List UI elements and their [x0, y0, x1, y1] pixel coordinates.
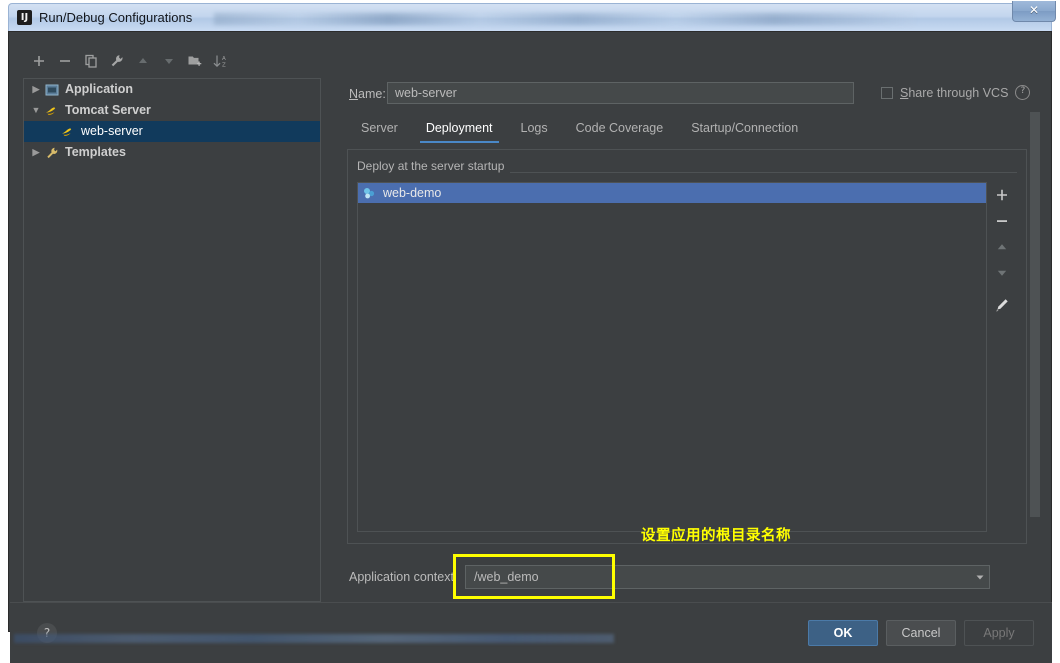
tree-node-label: Templates — [65, 145, 126, 159]
tab-server[interactable]: Server — [347, 118, 412, 143]
tab-deployment[interactable]: Deployment — [412, 118, 507, 143]
svg-text:Z: Z — [222, 63, 226, 69]
tree-node-tomcat-server[interactable]: ▼ Tomcat Server — [24, 100, 320, 121]
chevron-down-icon[interactable] — [970, 565, 990, 589]
close-icon[interactable]: ✕ — [1012, 1, 1056, 22]
sort-az-icon[interactable]: A Z — [213, 53, 229, 69]
tree-node-application[interactable]: ▶ Application — [24, 79, 320, 100]
arrow-up-icon[interactable] — [135, 53, 151, 69]
expand-twisty-icon[interactable]: ▶ — [28, 142, 44, 163]
background-blur-decoration — [214, 13, 914, 25]
configuration-tree[interactable]: ▶ Application ▼ Tomcat Server web-server… — [23, 78, 321, 602]
annotation-highlight-box — [453, 554, 615, 599]
content-scrollbar-thumb[interactable] — [1030, 112, 1040, 517]
configuration-tree-toolbar: A Z — [31, 50, 321, 72]
deployment-artifact-list[interactable]: web-demo — [357, 182, 987, 532]
application-icon — [44, 82, 60, 98]
annotation-text: 设置应用的根目录名称 — [641, 528, 791, 544]
deploy-at-startup-label: Deploy at the server startup — [357, 159, 511, 173]
artifact-icon — [362, 186, 377, 201]
tomcat-icon — [44, 103, 60, 119]
tree-node-templates[interactable]: ▶ Templates — [24, 142, 320, 163]
tree-node-label: Application — [65, 82, 134, 96]
tree-node-web-server[interactable]: web-server — [24, 121, 320, 142]
cancel-button[interactable]: Cancel — [886, 620, 956, 646]
help-icon[interactable]: ? — [1015, 85, 1031, 100]
name-input[interactable] — [387, 82, 854, 104]
configuration-tabs: Server Deployment Logs Code Coverage Sta… — [347, 118, 812, 146]
name-label-suffix: ame: — [358, 87, 386, 101]
run-debug-configurations-window: IJ Run/Debug Configurations ✕ A Z ▶ Appl… — [0, 0, 1060, 663]
collapse-twisty-icon[interactable]: ▼ — [28, 100, 44, 121]
tab-startup-connection[interactable]: Startup/Connection — [677, 118, 812, 143]
list-item[interactable]: web-demo — [358, 183, 986, 203]
move-artifact-up-button[interactable] — [988, 234, 1016, 260]
title-bar: IJ Run/Debug Configurations — [8, 3, 1052, 31]
share-through-vcs-row[interactable]: Share through VCS ? — [881, 85, 1031, 100]
tree-node-label: web-server — [81, 124, 143, 138]
vcs-label-suffix: hare through VCS — [908, 85, 1009, 100]
tomcat-icon — [60, 124, 76, 140]
tab-code-coverage[interactable]: Code Coverage — [562, 118, 678, 143]
wrench-icon — [44, 145, 60, 161]
share-through-vcs-label: Share through VCS — [900, 86, 1008, 100]
svg-text:A: A — [222, 56, 226, 62]
edit-artifact-button[interactable] — [988, 292, 1016, 318]
expand-twisty-icon[interactable]: ▶ — [28, 79, 44, 100]
window-title: Run/Debug Configurations — [39, 10, 193, 25]
share-through-vcs-checkbox[interactable] — [881, 86, 893, 99]
folder-add-icon[interactable] — [187, 53, 203, 69]
name-label: Name: — [349, 87, 386, 101]
application-context-label: Application context — [349, 570, 454, 584]
tab-logs[interactable]: Logs — [507, 118, 562, 143]
tree-node-label: Tomcat Server — [65, 103, 151, 117]
move-artifact-down-button[interactable] — [988, 260, 1016, 286]
name-mnemonic: N — [349, 87, 359, 101]
artifact-list-actions — [987, 182, 1017, 532]
minus-icon[interactable] — [57, 53, 73, 69]
list-item-label: web-demo — [383, 186, 442, 200]
dialog-footer: ? OK Cancel Apply — [10, 602, 1052, 663]
apply-button: Apply — [964, 620, 1034, 646]
background-window-decoration — [14, 634, 614, 643]
plus-icon[interactable] — [31, 53, 47, 69]
add-artifact-button[interactable] — [988, 182, 1016, 208]
copy-icon[interactable] — [83, 53, 99, 69]
remove-artifact-button[interactable] — [988, 208, 1016, 234]
intellij-idea-icon: IJ — [17, 10, 32, 25]
ok-button[interactable]: OK — [808, 620, 878, 646]
arrow-down-icon[interactable] — [161, 53, 177, 69]
dialog-body: A Z ▶ Application ▼ Tomcat Server web-se… — [8, 31, 1052, 663]
wrench-icon[interactable] — [109, 53, 125, 69]
